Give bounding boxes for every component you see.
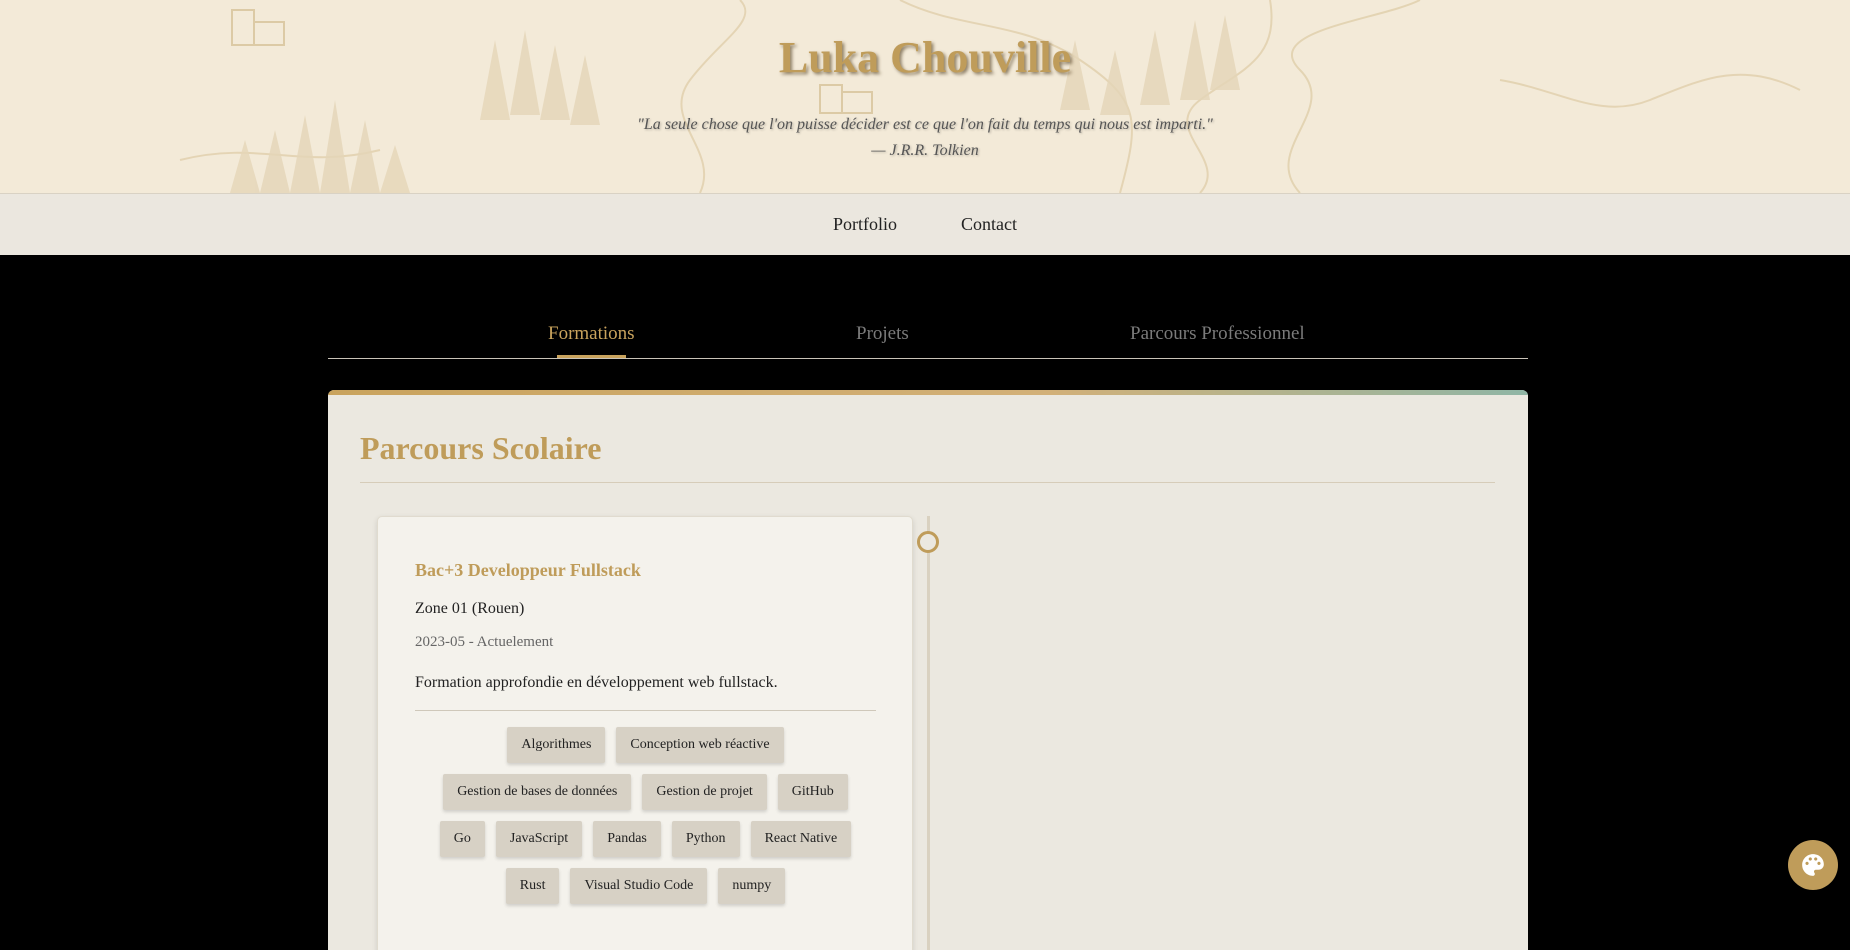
site-title: Luka Chouville	[778, 33, 1072, 82]
tag-row: Gestion de bases de données Gestion de p…	[415, 774, 876, 810]
section-tabs: Formations Projets Parcours Professionne…	[328, 318, 1528, 359]
tag-row: Go JavaScript Pandas Python React Native	[415, 821, 876, 857]
quote-text: "La seule chose que l'on puisse décider …	[637, 116, 1213, 133]
card-divider	[415, 710, 876, 711]
nav-link-portfolio[interactable]: Portfolio	[833, 214, 897, 235]
active-tab-indicator	[557, 355, 626, 358]
theme-toggle-button[interactable]	[1788, 840, 1838, 890]
skill-tag: Python	[671, 821, 740, 857]
skill-tag: Go	[439, 821, 485, 857]
skill-tag: numpy	[718, 868, 786, 904]
tab-formations[interactable]: Formations	[548, 323, 635, 345]
skill-tag: GitHub	[777, 774, 848, 810]
tag-row: Rust Visual Studio Code numpy	[415, 868, 876, 904]
skill-tag: JavaScript	[495, 821, 583, 857]
skill-tag: Visual Studio Code	[570, 868, 708, 904]
section-title: Parcours Scolaire	[360, 430, 602, 466]
palette-icon	[1802, 854, 1824, 876]
hero-header: Luka Chouville "La seule chose que l'on …	[0, 0, 1850, 193]
formation-title: Bac+3 Developpeur Fullstack	[415, 560, 641, 580]
skill-tag: Gestion de projet	[642, 774, 767, 810]
skill-tag: Rust	[505, 868, 560, 904]
skill-tag: React Native	[750, 821, 852, 857]
hero-quote: "La seule chose que l'on puisse décider …	[0, 112, 1850, 164]
panel-accent-bar	[328, 390, 1528, 395]
nav-link-contact[interactable]: Contact	[961, 214, 1017, 235]
quote-author: — J.R.R. Tolkien	[871, 142, 979, 159]
timeline-line	[927, 516, 930, 950]
skill-tags: Algorithmes Conception web réactive Gest…	[415, 727, 876, 915]
tab-parcours-professionnel[interactable]: Parcours Professionnel	[1130, 323, 1305, 345]
skill-tag: Conception web réactive	[616, 727, 784, 763]
formation-card: Bac+3 Developpeur Fullstack Zone 01 (Rou…	[377, 516, 913, 950]
skill-tag: Algorithmes	[507, 727, 606, 763]
map-illustration	[179, 0, 1801, 193]
skill-tag: Gestion de bases de données	[443, 774, 632, 810]
main-nav: Portfolio Contact	[0, 193, 1850, 255]
tag-row: Algorithmes Conception web réactive	[415, 727, 876, 763]
section-divider	[360, 482, 1495, 483]
formation-description: Formation approfondie en développement w…	[415, 674, 778, 691]
tab-projets[interactable]: Projets	[856, 323, 909, 345]
formation-school: Zone 01 (Rouen)	[415, 600, 525, 617]
formations-panel: Parcours Scolaire Bac+3 Developpeur Full…	[328, 390, 1528, 950]
skill-tag: Pandas	[593, 821, 661, 857]
formation-dates: 2023-05 - Actuelement	[415, 634, 554, 650]
timeline-dot	[917, 531, 939, 553]
